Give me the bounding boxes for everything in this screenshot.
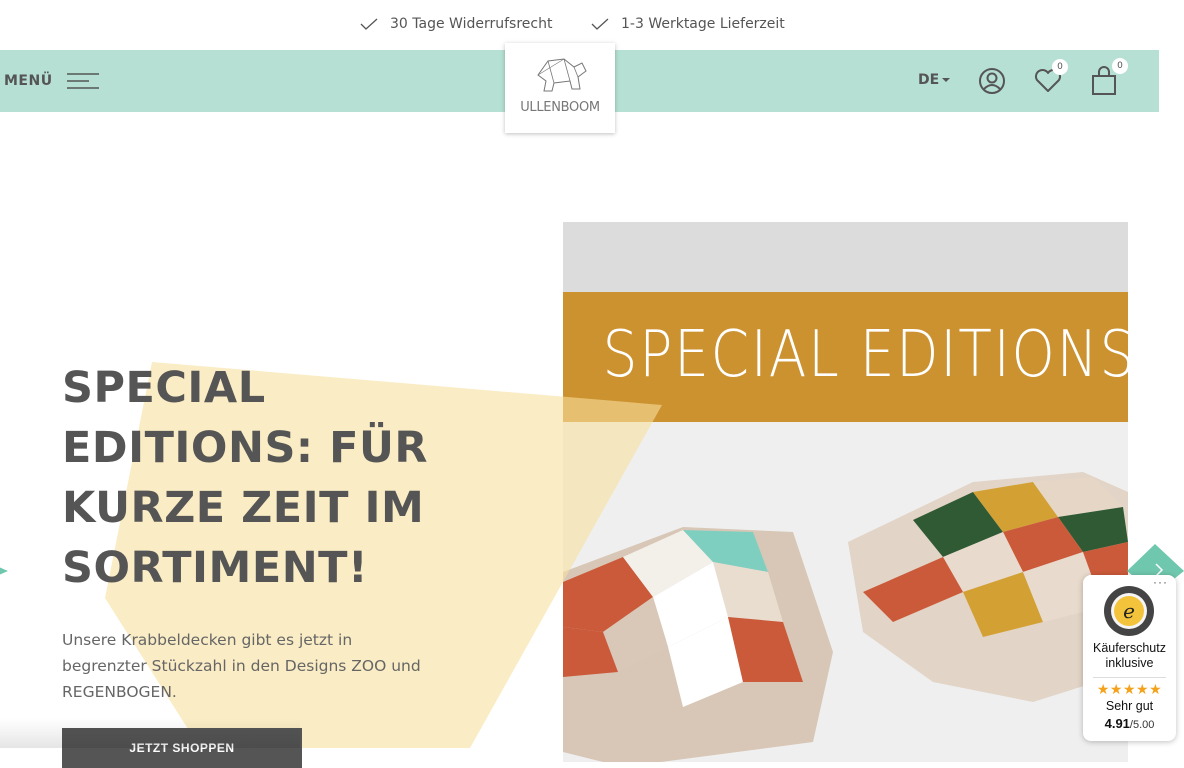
divider	[1093, 677, 1166, 678]
wishlist-count-badge: 0	[1052, 59, 1068, 75]
elephant-logo-icon	[537, 58, 587, 92]
rating-stars: ★★★★★	[1096, 681, 1163, 697]
cart-count-badge: 0	[1112, 58, 1128, 74]
account-button[interactable]	[978, 67, 1006, 99]
hero-headline-line: SORTIMENT!	[62, 543, 369, 593]
hero-description: Unsere Krabbeldecken gibt es jetzt in be…	[62, 631, 421, 701]
rating-score: 4.91/5.00	[1083, 716, 1176, 731]
trusted-shops-badge[interactable]: ··· e Käuferschutz inklusive ★★★★★ Sehr …	[1083, 575, 1176, 741]
rating-score-max: /5.00	[1129, 719, 1155, 731]
rating-score-value: 4.91	[1104, 716, 1130, 731]
hero-headline-line: KURZE ZEIT IM	[62, 483, 425, 533]
hero-headline-line: EDITIONS: FÜR	[62, 423, 428, 473]
logo-text: ULLENBOOM	[520, 100, 600, 115]
more-options-icon[interactable]: ···	[1153, 575, 1168, 589]
user-icon	[979, 68, 1005, 94]
trust-label-line2: inklusive	[1105, 656, 1154, 670]
language-label: DE	[918, 72, 940, 88]
chevron-left-icon	[0, 567, 8, 575]
trust-label-line1: Käuferschutz	[1093, 641, 1166, 655]
caret-down-icon	[942, 78, 951, 82]
slider-prev-button[interactable]	[0, 556, 10, 586]
rating-text: Sehr gut	[1105, 699, 1154, 713]
cart-button[interactable]: 0	[1090, 58, 1128, 100]
svg-text:e: e	[1123, 599, 1135, 623]
trusted-shops-seal-icon: e	[1104, 586, 1154, 636]
bottom-shadow	[0, 718, 300, 748]
wishlist-button[interactable]: 0	[1034, 59, 1068, 98]
language-selector[interactable]: DE	[918, 72, 951, 88]
logo-link[interactable]: ULLENBOOM	[505, 43, 615, 133]
hero-headline: SPECIAL EDITIONS: FÜR KURZE ZEIT IM SORT…	[62, 358, 482, 598]
hero-headline-line: SPECIAL	[62, 363, 266, 413]
